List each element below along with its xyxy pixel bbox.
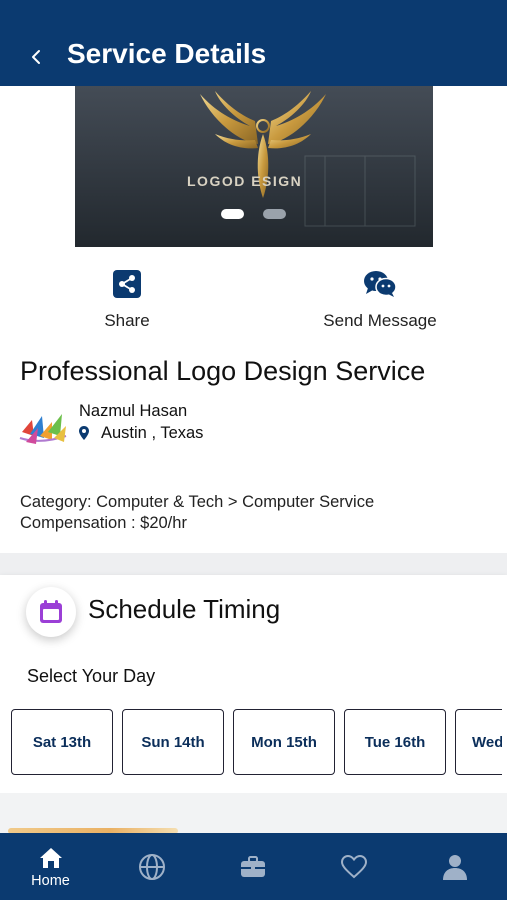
share-button[interactable]: Share: [90, 270, 164, 331]
calendar-badge: [26, 587, 76, 637]
svg-text:LOGOD ESIGN: LOGOD ESIGN: [187, 173, 302, 189]
tab-home-label: Home: [31, 873, 70, 889]
seller-name[interactable]: Nazmul Hasan: [79, 402, 187, 421]
day-option[interactable]: Mon 15th: [233, 709, 335, 775]
section-divider: [0, 553, 507, 575]
home-icon: [39, 848, 62, 868]
send-message-button[interactable]: Send Message: [305, 270, 455, 331]
location-pin-icon: [79, 426, 89, 440]
bottom-tab-bar: Home: [0, 833, 507, 900]
tab-profile[interactable]: [404, 833, 505, 900]
day-option[interactable]: Wed: [455, 709, 502, 775]
select-day-label: Select Your Day: [27, 666, 156, 686]
chevron-left-icon: [32, 50, 40, 64]
seller-avatar[interactable]: [18, 402, 70, 448]
calendar-icon: [40, 600, 62, 623]
seller-avatar-image: [19, 414, 67, 444]
seller-location: Austin , Texas: [101, 424, 204, 442]
logo-design-image: LOGOD ESIGN: [75, 86, 433, 247]
globe-icon: [138, 854, 165, 880]
send-message-label: Send Message: [323, 311, 437, 330]
user-icon: [442, 855, 467, 880]
day-option[interactable]: Sat 13th: [11, 709, 113, 775]
briefcase-icon: [240, 856, 265, 877]
wechat-icon: [364, 271, 397, 297]
tab-services[interactable]: [202, 833, 303, 900]
service-category: Category: Computer & Tech > Computer Ser…: [20, 493, 375, 511]
heart-icon: [340, 854, 367, 879]
tab-favorites[interactable]: [303, 833, 404, 900]
schedule-title: Schedule Timing: [88, 594, 281, 624]
back-button[interactable]: [24, 40, 48, 74]
share-icon: [113, 270, 141, 298]
day-option[interactable]: Sun 14th: [122, 709, 224, 775]
day-option[interactable]: Tue 16th: [344, 709, 446, 775]
service-image-carousel[interactable]: LOGOD ESIGN: [75, 86, 433, 247]
carousel-dot[interactable]: [263, 209, 286, 219]
section-divider: [0, 793, 507, 833]
tab-home[interactable]: Home: [0, 833, 101, 900]
page-title: Service Details: [67, 38, 267, 69]
share-label: Share: [104, 311, 150, 330]
app-header: Service Details: [0, 0, 507, 86]
service-title: Professional Logo Design Service: [20, 356, 426, 386]
carousel-dot-active[interactable]: [221, 209, 244, 219]
day-selector[interactable]: Sat 13th Sun 14th Mon 15th Tue 16th Wed: [11, 709, 502, 775]
tab-explore[interactable]: [101, 833, 202, 900]
service-compensation: Compensation : $20/hr: [20, 514, 187, 532]
